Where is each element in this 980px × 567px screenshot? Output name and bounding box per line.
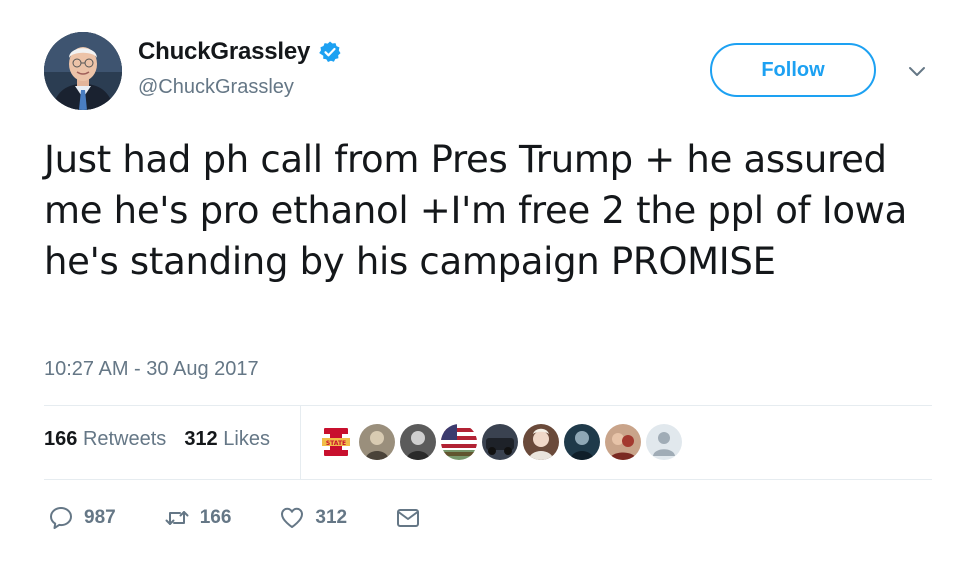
- envelope-icon: [397, 509, 420, 527]
- likes-label: Likes: [223, 428, 270, 450]
- liker-avatar[interactable]: [400, 424, 436, 460]
- chevron-down-icon[interactable]: [906, 60, 928, 82]
- liker-photo: [564, 424, 600, 460]
- iowa-state-logo-icon: STATE: [318, 424, 354, 460]
- retweet-icon: [165, 511, 189, 525]
- liker-photo: [482, 424, 518, 460]
- liker-avatar[interactable]: [523, 424, 559, 460]
- american-flag-icon: [441, 424, 477, 460]
- user-handle[interactable]: @ChuckGrassley: [138, 76, 294, 99]
- follow-button[interactable]: Follow: [710, 43, 876, 97]
- liker-avatar[interactable]: STATE: [318, 424, 354, 460]
- liker-photo: [523, 424, 559, 460]
- tweet-stats: 166 Retweets 312 Likes: [44, 428, 270, 451]
- stats-divider: [300, 405, 301, 479]
- display-name[interactable]: ChuckGrassley: [138, 38, 310, 66]
- liker-photo: [605, 424, 641, 460]
- liker-avatar[interactable]: [605, 424, 641, 460]
- retweet-button[interactable]: 166: [164, 505, 232, 531]
- reply-button[interactable]: 987: [48, 505, 116, 531]
- reply-icon: [50, 507, 72, 529]
- retweets-count: 166: [44, 428, 78, 450]
- heart-icon: [281, 507, 304, 528]
- verified-badge-icon: [319, 41, 341, 62]
- action-bar: 987 166 312: [48, 505, 469, 531]
- retweet-count: 166: [199, 507, 232, 528]
- divider: [44, 405, 932, 406]
- svg-text:STATE: STATE: [326, 440, 346, 447]
- divider: [44, 479, 932, 480]
- liker-avatar[interactable]: [646, 424, 682, 460]
- retweets-label: Retweets: [82, 428, 167, 450]
- liker-avatar[interactable]: [359, 424, 395, 460]
- likes-stat[interactable]: 312 Likes: [184, 428, 270, 451]
- tweet-timestamp[interactable]: 10:27 AM - 30 Aug 2017: [44, 358, 259, 381]
- display-name-row[interactable]: ChuckGrassley: [138, 38, 342, 66]
- tweet-text: Just had ph call from Pres Trump + he as…: [44, 138, 919, 283]
- reply-count: 987: [84, 507, 116, 528]
- liker-avatars: STATE: [318, 424, 682, 460]
- profile-photo: [44, 32, 122, 110]
- liker-avatar[interactable]: [564, 424, 600, 460]
- liker-photo: [359, 424, 395, 460]
- like-button[interactable]: 312: [279, 505, 347, 531]
- default-user-icon: [646, 424, 682, 460]
- liker-avatar[interactable]: [482, 424, 518, 460]
- liker-photo: [400, 424, 436, 460]
- like-count: 312: [315, 507, 348, 528]
- likes-count: 312: [184, 428, 218, 450]
- tweet-card: ChuckGrassley @ChuckGrassley Follow Just…: [0, 0, 980, 567]
- liker-avatar[interactable]: [441, 424, 477, 460]
- retweets-stat[interactable]: 166 Retweets: [44, 428, 166, 451]
- avatar[interactable]: [44, 32, 122, 110]
- direct-message-button[interactable]: [395, 505, 421, 531]
